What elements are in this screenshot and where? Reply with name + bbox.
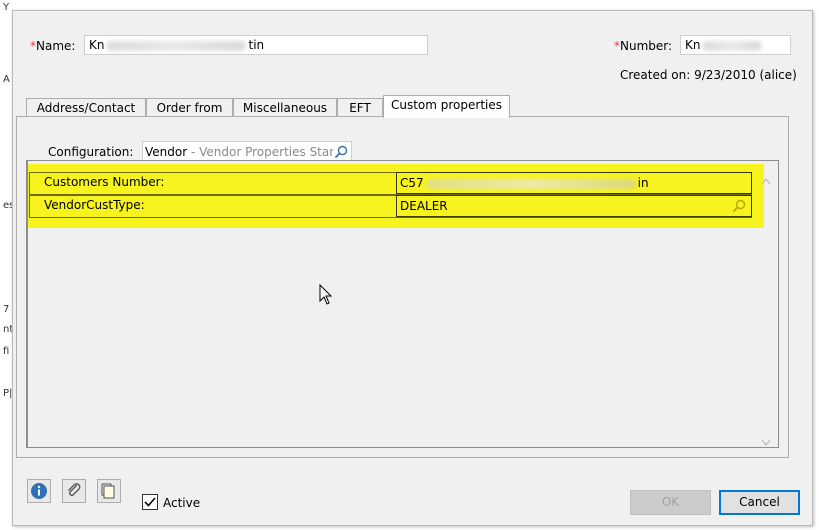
customers-number-field[interactable]: C57 in	[396, 172, 752, 194]
tab-eft[interactable]: EFT	[337, 98, 383, 117]
tab-order-from[interactable]: Order from	[146, 98, 233, 117]
name-label: *Name:	[30, 39, 75, 53]
tab-address-contact[interactable]: Address/Contact	[26, 98, 146, 117]
background-text: 7	[3, 304, 10, 315]
tab-label: EFT	[349, 101, 371, 115]
tab-label: Address/Contact	[36, 101, 136, 115]
active-label: Active	[163, 496, 201, 510]
search-icon[interactable]	[731, 198, 747, 214]
background-text: fi	[3, 346, 10, 357]
created-on-text: Created on: 9/23/2010 (alice)	[620, 68, 797, 82]
number-value-prefix: Kn	[685, 38, 701, 52]
tab-label: Custom properties	[390, 98, 503, 112]
configuration-label: Configuration:	[48, 145, 134, 159]
mouse-cursor-icon	[319, 284, 333, 305]
name-field[interactable]: Kn tin	[84, 35, 428, 55]
background-text: A	[3, 74, 10, 85]
tab-miscellaneous[interactable]: Miscellaneous	[233, 98, 337, 117]
active-checkbox[interactable]	[142, 494, 158, 510]
ok-button[interactable]: OK	[630, 490, 711, 515]
tab-label: Miscellaneous	[242, 101, 328, 115]
configuration-value: Vendor	[145, 145, 188, 159]
property-value-prefix: C57	[400, 176, 424, 190]
ok-label: OK	[661, 495, 680, 509]
tab-label: Order from	[156, 101, 223, 115]
search-icon[interactable]	[333, 144, 349, 160]
property-value-suffix: in	[637, 176, 649, 190]
redacted-blur	[425, 178, 636, 189]
redacted-blur	[106, 40, 247, 51]
background-text: P|	[3, 388, 13, 399]
number-label: *Number:	[614, 39, 672, 53]
cancel-label: Cancel	[739, 495, 780, 509]
info-icon	[31, 483, 47, 499]
name-value-suffix: tin	[248, 38, 265, 52]
vertical-scrollbar[interactable]	[757, 163, 775, 447]
info-button[interactable]	[27, 479, 51, 503]
vendor-cust-type-field[interactable]: DEALER	[396, 195, 752, 217]
number-label-text: Number:	[620, 39, 673, 53]
configuration-description: - Vendor Properties Stan	[187, 145, 337, 159]
name-label-text: Name:	[36, 39, 76, 53]
notes-icon	[101, 483, 115, 499]
attachment-button[interactable]	[62, 479, 86, 503]
property-value: DEALER	[400, 199, 448, 213]
property-name: VendorCustType:	[44, 198, 145, 212]
number-field[interactable]: Kn	[680, 35, 791, 55]
tab-custom-properties[interactable]: Custom properties	[383, 95, 510, 118]
cancel-button[interactable]: Cancel	[719, 490, 800, 515]
background-text: Y	[3, 2, 10, 13]
property-name: Customers Number:	[44, 175, 165, 189]
notes-button[interactable]	[97, 479, 121, 503]
name-value-prefix: Kn	[89, 38, 105, 52]
redacted-blur	[702, 40, 763, 51]
attachment-icon	[68, 483, 81, 496]
